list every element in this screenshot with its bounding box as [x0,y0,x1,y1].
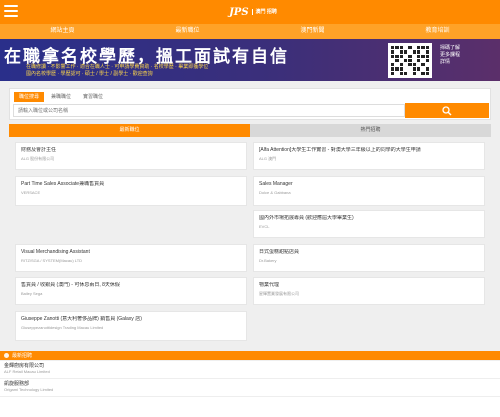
section-tabs: 最新職位 熱門招聘 [9,124,491,137]
nav-education[interactable]: 教育培訓 [378,24,498,39]
job-title: 物業代理 [259,282,280,288]
nav-home[interactable]: 網站主頁 [3,24,123,39]
job-title: 國內外市場拓展專員 (歡迎應屆大學畢業生) [259,215,354,221]
menu-icon[interactable] [4,5,18,18]
job-card[interactable]: 日式蛋糕甜點店員 Dr.Bakery [253,244,485,272]
job-title: 日式蛋糕甜點店員 [259,249,300,255]
job-company: 星輝置業發展有限公司 [259,291,299,296]
tab-part-time[interactable]: 兼職職位 [46,92,76,102]
item-company: ALF Retail Macau Limited [4,369,50,374]
top-bar: JPS 澳門 招聘 [0,0,500,24]
job-company: Dolce & Gabbana [259,190,291,195]
banner-line-2: 國內名校學歷 · 學歷認可 · 碩士 / 學士 / 副學士 · 歡迎查詢 [26,71,153,76]
job-card[interactable]: 財務及會計主任 ALG 股份有限公司 [15,142,247,170]
job-card[interactable]: 國內外市場拓展專員 (歡迎應屆大學畢業生) EVCL [253,210,485,238]
job-company: Giuseppezanottidesign Trading Macau Limi… [21,325,104,330]
nav-macau-news[interactable]: 澳門新聞 [253,24,373,39]
job-company: RITZ/SGA / SYSTEM(Macau) LTD [21,258,83,263]
job-company: VERSACE [21,190,41,195]
search-button[interactable] [405,103,489,118]
job-title: 財務及會計主任 [21,147,57,153]
logo-mark: JPS [229,6,249,18]
tab-internship[interactable]: 實習職位 [78,92,108,102]
job-company: Dr.Bakery [259,258,277,263]
job-title: Sales Manager [259,181,293,187]
logo-sub: 澳門 招聘 [251,9,277,15]
job-card[interactable]: Visual Merchandising Assistant RITZ/SGA … [15,244,247,272]
item-company: Origami Technology Limited [4,387,54,392]
qr-code-image [388,43,432,78]
search-panel: 職位搜尋 兼職職位 實習職位 [9,88,491,120]
footer-list: 金輝廚房有限公司 ALF Retail Macau Limited 凱旋服務部 … [0,361,500,417]
job-card[interactable]: Part Time Sales Associate兼職售貨員 VERSACE [15,176,247,206]
job-company: ALG 股份有限公司 [21,156,55,161]
job-card[interactable]: 物業代理 星輝置業發展有限公司 [253,277,485,305]
job-title: [Alfa Attention]大學生工作實習 - 對澳大學三年級以上的同學的大… [259,147,421,153]
banner-line-1: 在職修讀 · 不影響工作 · 適合在職人士 · 可申請學費資助 · 名校學歷 ·… [26,64,209,69]
job-card[interactable]: Giuseppe Zanotti (意大利奢侈品牌) 銷售員 (Galaxy 店… [15,311,247,341]
job-card[interactable]: 售貨員 / 收銀員 (澳門) - 可休息兩日, 8天休假 Bailey Sega [15,277,247,305]
job-company: EVCL [259,224,270,229]
tab-hot-jobs[interactable]: 熱門招聘 [250,124,491,137]
site-logo[interactable]: JPS 澳門 招聘 [226,4,280,20]
job-card[interactable]: Sales Manager Dolce & Gabbana [253,176,485,206]
bullet-icon [4,353,9,358]
nav-latest-jobs[interactable]: 最新職位 [128,24,248,39]
job-company: ALG 澳門 [259,156,277,161]
job-company: Bailey Sega [21,291,43,296]
search-icon [442,105,452,115]
search-tabs: 職位搜尋 兼職職位 實習職位 [14,92,108,102]
list-item[interactable]: 凱旋服務部 Origami Technology Limited [0,379,500,397]
job-title: Visual Merchandising Assistant [21,249,90,255]
tab-job-search[interactable]: 職位搜尋 [14,92,45,102]
job-title: Giuseppe Zanotti (意大利奢侈品牌) 銷售員 (Galaxy 店… [21,316,142,322]
banner-side-text: 掃碼了解 更多課程 詳情 [440,45,461,65]
ad-banner[interactable]: 在職拿名校學歷，搵工面試有自信 在職修讀 · 不影響工作 · 適合在職人士 · … [0,39,500,81]
job-title: Part Time Sales Associate兼職售貨員 [21,181,105,187]
job-title: 售貨員 / 收銀員 (澳門) - 可休息兩日, 8天休假 [21,282,120,288]
footer-section-label: 最新招聘 [12,353,33,359]
tab-latest-jobs[interactable]: 最新職位 [9,124,250,137]
footer-section-header: 最新招聘 [0,351,500,360]
job-card[interactable]: [Alfa Attention]大學生工作實習 - 對澳大學三年級以上的同學的大… [253,142,485,170]
search-input[interactable] [13,104,405,117]
main-nav: 網站主頁 最新職位 澳門新聞 教育培訓 [0,24,500,39]
list-item[interactable]: 金輝廚房有限公司 ALF Retail Macau Limited [0,361,500,379]
